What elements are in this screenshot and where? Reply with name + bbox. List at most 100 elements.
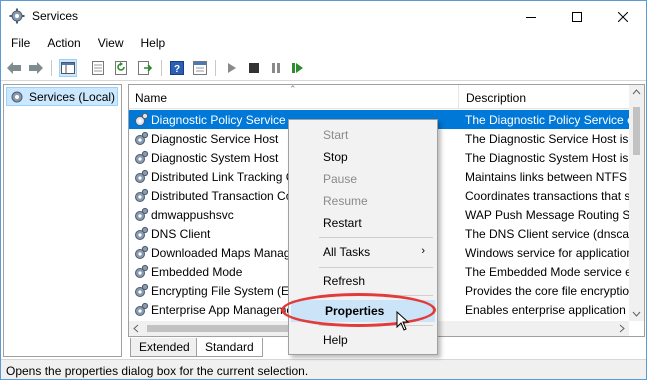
export-button[interactable] [136,59,154,77]
menu-item-resume[interactable]: Resume [289,190,437,212]
service-description: The Diagnostic Policy Service e [465,113,629,127]
title-bar: Services [1,1,646,32]
menu-separator [319,295,433,296]
show-hide-tree-button[interactable] [59,59,77,77]
services-window: Services File Action View Help ? Service… [0,0,647,380]
scroll-up-icon [632,89,641,95]
start-service-button[interactable] [223,59,241,77]
status-text: Opens the properties dialog box for the … [6,364,309,378]
menu-bar: File Action View Help [1,33,646,53]
service-description: The DNS Client service (dnscac [465,227,629,241]
menu-view[interactable]: View [88,33,131,53]
service-gear-icon [135,264,149,278]
service-gear-icon [135,150,149,164]
service-description: Enables enterprise application m [465,303,629,317]
service-gear-icon [135,169,149,183]
toolbar-separator [51,60,52,76]
menu-item-properties[interactable]: Properties [291,300,435,322]
tab-standard[interactable]: Standard [196,338,263,357]
menu-item-all-tasks[interactable]: All Tasks › [289,241,437,263]
svg-text:?: ? [174,64,180,75]
toolbar-separator [161,60,162,76]
service-description: Provides the core file encryptio [465,284,629,298]
column-description-label: Description [466,91,527,105]
menu-item-all-tasks-label: All Tasks [323,245,371,259]
service-gear-icon [135,188,149,202]
menu-item-restart[interactable]: Restart [289,212,437,234]
menu-item-help[interactable]: Help [289,329,437,351]
forward-button[interactable] [27,59,45,77]
service-gear-icon [135,131,149,145]
refresh-button[interactable] [113,59,131,77]
menu-file[interactable]: File [1,33,37,53]
service-description: The Diagnostic System Host is [465,151,629,165]
menu-item-stop[interactable]: Stop [289,146,437,168]
export-list-button[interactable] [89,59,107,77]
menu-help[interactable]: Help [131,33,173,53]
tab-extended[interactable]: Extended [130,338,199,357]
service-description: Windows service for application [465,246,629,260]
maximize-icon [572,11,582,22]
export-icon [138,61,152,75]
service-gear-icon [135,112,149,126]
service-gear-icon [135,245,149,259]
export-list-icon [92,61,104,75]
show-hide-console-tree-icon [61,62,75,74]
menu-item-pause[interactable]: Pause [289,168,437,190]
close-button[interactable] [600,1,646,32]
pause-service-icon [272,63,280,73]
service-description: The Embedded Mode service e [465,265,629,279]
toolbar-separator [215,60,216,76]
close-icon [618,11,628,22]
column-name-label: Name [135,91,168,105]
menu-item-start[interactable]: Start [289,124,437,146]
back-arrow-icon [7,62,21,74]
back-button[interactable] [5,59,23,77]
status-bar: Opens the properties dialog box for the … [1,359,646,379]
minimize-icon [526,16,536,18]
window-title: Services [32,9,79,23]
services-gear-icon [9,8,25,24]
service-gear-icon [135,302,149,316]
properties-button[interactable] [191,59,209,77]
service-description: Coordinates transactions that s [465,189,629,203]
menu-item-refresh[interactable]: Refresh [289,270,437,292]
service-description: WAP Push Message Routing Se [465,208,629,222]
scroll-down-icon [632,311,641,317]
restart-service-button[interactable] [289,59,307,77]
service-gear-icon [135,283,149,297]
tree-item-label: Services (Local) [29,89,116,104]
services-gear-icon [11,91,23,102]
maximize-button[interactable] [554,1,600,32]
toolbar: ? [1,55,646,81]
menu-action[interactable]: Action [37,33,87,53]
refresh-icon [115,61,127,75]
stop-service-icon [249,63,259,73]
scroll-left-icon [133,324,139,333]
service-gear-icon [135,226,149,240]
help-icon: ? [170,61,184,75]
start-service-icon [228,63,236,73]
forward-arrow-icon [29,62,43,74]
submenu-arrow-icon: › [421,245,425,257]
pause-service-button[interactable] [267,59,285,77]
stop-service-button[interactable] [245,59,263,77]
service-description: Maintains links between NTFS f [465,170,629,184]
menu-separator [319,325,433,326]
column-header-description[interactable]: Description [460,85,630,109]
mouse-pointer-icon [396,311,410,331]
console-tree: Services (Local) [3,84,122,357]
restart-service-icon [292,63,303,73]
list-header: Name ⌃ Description [129,85,629,109]
help-button[interactable]: ? [168,59,186,77]
vertical-scrollbar[interactable] [629,85,644,321]
vertical-scroll-thumb[interactable] [633,107,640,155]
minimize-button[interactable] [508,1,554,32]
service-gear-icon [135,207,149,221]
column-header-name[interactable]: Name ⌃ [129,85,459,109]
properties-icon [193,61,207,75]
scroll-right-icon [619,324,625,333]
menu-separator [319,237,433,238]
menu-separator [319,267,433,268]
tree-item-services-local[interactable]: Services (Local) [6,87,118,106]
